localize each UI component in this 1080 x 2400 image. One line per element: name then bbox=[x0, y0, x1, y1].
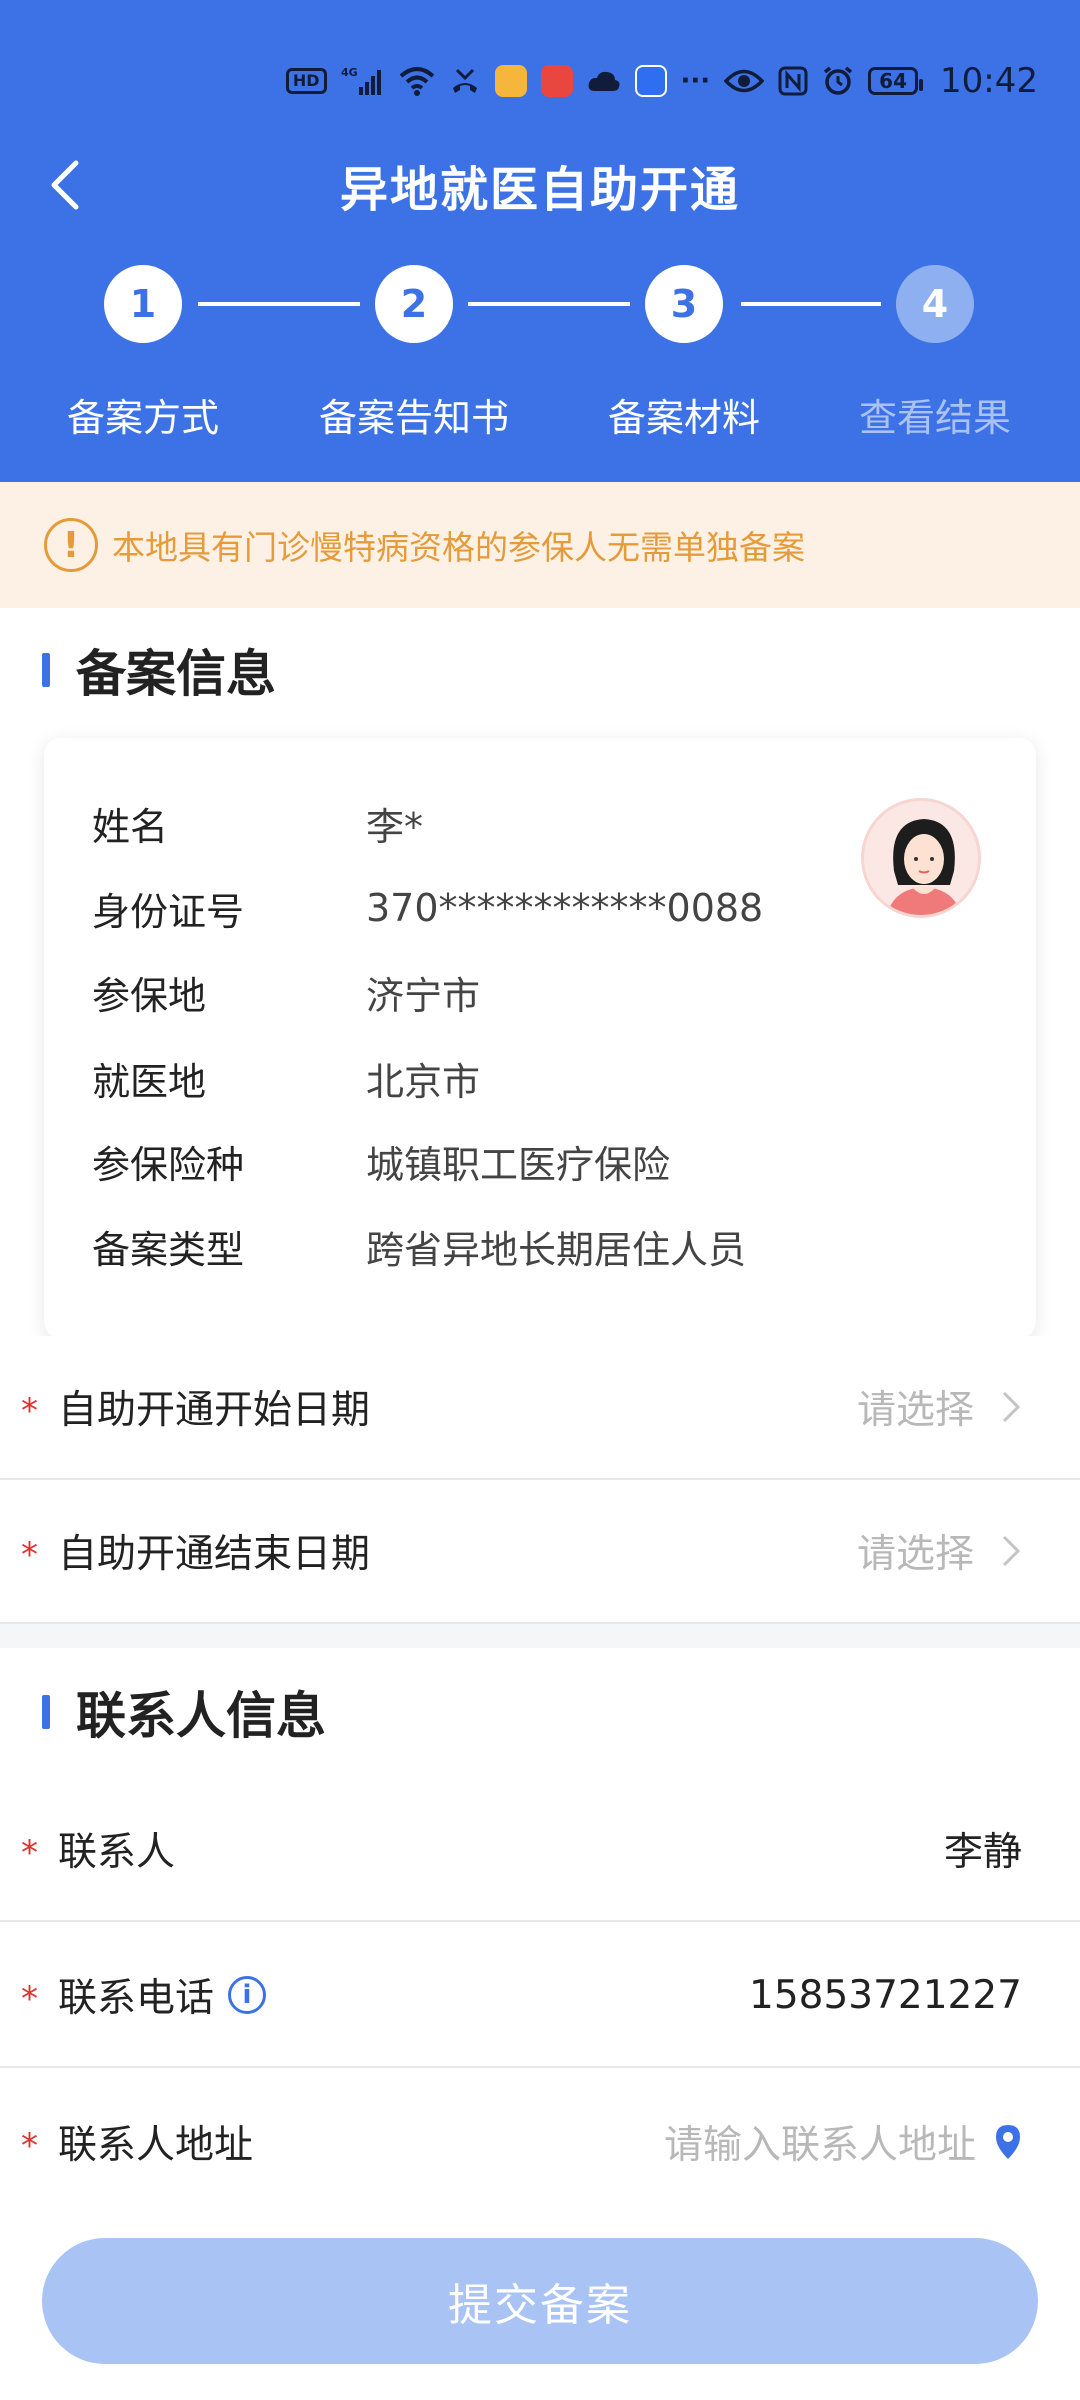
end-date-row[interactable]: * 自助开通结束日期 请选择 bbox=[0, 1480, 1080, 1624]
eye-icon bbox=[724, 68, 765, 94]
status-time: 10:42 bbox=[940, 61, 1038, 101]
contact-address-row[interactable]: * 联系人地址 请输入联系人地址 bbox=[0, 2070, 1080, 2214]
battery-icon: 64 bbox=[868, 67, 923, 95]
step-connector bbox=[741, 302, 881, 306]
signal-icon: 4G bbox=[341, 65, 385, 97]
info-value: 370************0088 bbox=[366, 886, 764, 930]
contact-phone-input[interactable]: 15853721227 bbox=[749, 1973, 1022, 2018]
contact-address-input[interactable]: 请输入联系人地址 bbox=[664, 2114, 1022, 2170]
header-bar: HD 4G ··· 64 10:42 异地就医自助开通 1 2 3 4 备案方式… bbox=[0, 0, 1080, 482]
contact-phone-row[interactable]: * 联系电话 i 15853721227 bbox=[0, 1924, 1080, 2068]
filing-info-heading: 备案信息 bbox=[42, 640, 276, 703]
step-4-label: 查看结果 bbox=[858, 396, 1011, 440]
info-label: 就医地 bbox=[92, 1059, 207, 1104]
info-label: 身份证号 bbox=[92, 889, 245, 934]
page-title: 异地就医自助开通 bbox=[339, 162, 740, 218]
submit-filing-button[interactable]: 提交备案 bbox=[42, 2238, 1038, 2364]
info-value: 跨省异地长期居住人员 bbox=[366, 1227, 747, 1272]
info-row-name: 姓名 李* bbox=[92, 798, 424, 849]
notice-banner: ! 本地具有门诊慢特病资格的参保人无需单独备案 bbox=[0, 482, 1080, 608]
info-label: 参保险种 bbox=[92, 1142, 245, 1187]
end-date-label: 自助开通结束日期 bbox=[58, 1532, 371, 1577]
app-icon bbox=[494, 65, 527, 97]
wifi-icon bbox=[399, 66, 435, 96]
info-value: 城镇职工医疗保险 bbox=[366, 1142, 671, 1187]
info-row-id: 身份证号 370************0088 bbox=[92, 883, 764, 934]
info-label: 姓名 bbox=[92, 804, 169, 849]
location-pin-icon[interactable] bbox=[994, 2123, 1022, 2161]
step-4-circle: 4 bbox=[896, 265, 974, 343]
more-icon: ··· bbox=[680, 66, 711, 96]
contact-info-title: 联系人信息 bbox=[76, 1687, 326, 1745]
contact-phone-value: 15853721227 bbox=[749, 1972, 1022, 2018]
end-date-placeholder: 请选择 bbox=[856, 1532, 974, 1577]
filing-info-title: 备案信息 bbox=[76, 645, 276, 703]
info-row-filing-type: 备案类型 跨省异地长期居住人员 bbox=[92, 1221, 747, 1272]
svg-text:4G: 4G bbox=[341, 66, 358, 79]
start-date-placeholder: 请选择 bbox=[856, 1388, 974, 1433]
required-mark: * bbox=[21, 1535, 38, 1575]
info-label: 参保地 bbox=[92, 973, 207, 1018]
bulb-app-icon bbox=[634, 65, 667, 97]
book-app-icon bbox=[540, 65, 573, 97]
status-bar: HD 4G ··· 64 10:42 bbox=[285, 58, 1038, 104]
step-1-label: 备案方式 bbox=[66, 396, 219, 440]
alarm-icon bbox=[822, 65, 854, 97]
step-3-label: 备案材料 bbox=[607, 396, 760, 440]
chevron-right-icon bbox=[1002, 1535, 1021, 1567]
end-date-picker[interactable]: 请选择 bbox=[857, 1523, 1022, 1579]
start-date-label: 自助开通开始日期 bbox=[58, 1388, 371, 1433]
info-icon[interactable]: i bbox=[228, 1976, 267, 2014]
required-mark: * bbox=[21, 1979, 38, 2019]
filing-info-card: 姓名 李* 身份证号 370************0088 参保地 济宁市 就… bbox=[44, 738, 1036, 1338]
contact-name-input[interactable]: 李静 bbox=[944, 1821, 1022, 1877]
contact-name-value: 李静 bbox=[943, 1830, 1022, 1875]
required-mark: * bbox=[21, 2126, 38, 2166]
notice-text: 本地具有门诊慢特病资格的参保人无需单独备案 bbox=[112, 528, 805, 567]
section-divider bbox=[0, 1624, 1080, 1648]
info-value: 北京市 bbox=[366, 1059, 481, 1104]
step-2-circle: 2 bbox=[375, 265, 453, 343]
nfc-icon bbox=[778, 66, 808, 96]
info-label: 备案类型 bbox=[92, 1227, 245, 1272]
hd-icon: HD bbox=[285, 68, 327, 94]
start-date-picker[interactable]: 请选择 bbox=[857, 1379, 1022, 1435]
section-accent-bar bbox=[42, 1695, 50, 1729]
info-value: 济宁市 bbox=[366, 973, 481, 1018]
missed-call-icon bbox=[449, 66, 481, 96]
contact-phone-label: 联系电话 bbox=[58, 1976, 215, 2021]
info-row-insured-place: 参保地 济宁市 bbox=[92, 967, 481, 1018]
step-connector bbox=[468, 302, 630, 306]
required-mark: * bbox=[21, 1833, 38, 1873]
contact-address-placeholder: 请输入联系人地址 bbox=[663, 2123, 976, 2168]
contact-name-row[interactable]: * 联系人 李静 bbox=[0, 1778, 1080, 1922]
start-date-row[interactable]: * 自助开通开始日期 请选择 bbox=[0, 1336, 1080, 1480]
female-avatar-icon bbox=[861, 798, 981, 918]
step-2-label: 备案告知书 bbox=[318, 396, 509, 440]
info-row-insurance-type: 参保险种 城镇职工医疗保险 bbox=[92, 1136, 671, 1187]
progress-steps: 1 2 3 4 备案方式 备案告知书 备案材料 查看结果 bbox=[0, 265, 1080, 445]
contact-name-label: 联系人 bbox=[58, 1830, 176, 1875]
contact-address-label: 联系人地址 bbox=[58, 2123, 254, 2168]
cloud-icon bbox=[587, 69, 621, 93]
alert-circle-icon: ! bbox=[44, 518, 98, 572]
step-connector bbox=[198, 302, 360, 306]
step-3-circle: 3 bbox=[645, 265, 723, 343]
chevron-right-icon bbox=[1002, 1391, 1021, 1423]
required-mark: * bbox=[21, 1391, 38, 1431]
contact-info-heading: 联系人信息 bbox=[42, 1682, 326, 1745]
info-row-treatment-place: 就医地 北京市 bbox=[92, 1053, 481, 1104]
section-accent-bar bbox=[42, 653, 50, 687]
info-value: 李* bbox=[366, 804, 424, 849]
step-1-circle: 1 bbox=[104, 265, 182, 343]
